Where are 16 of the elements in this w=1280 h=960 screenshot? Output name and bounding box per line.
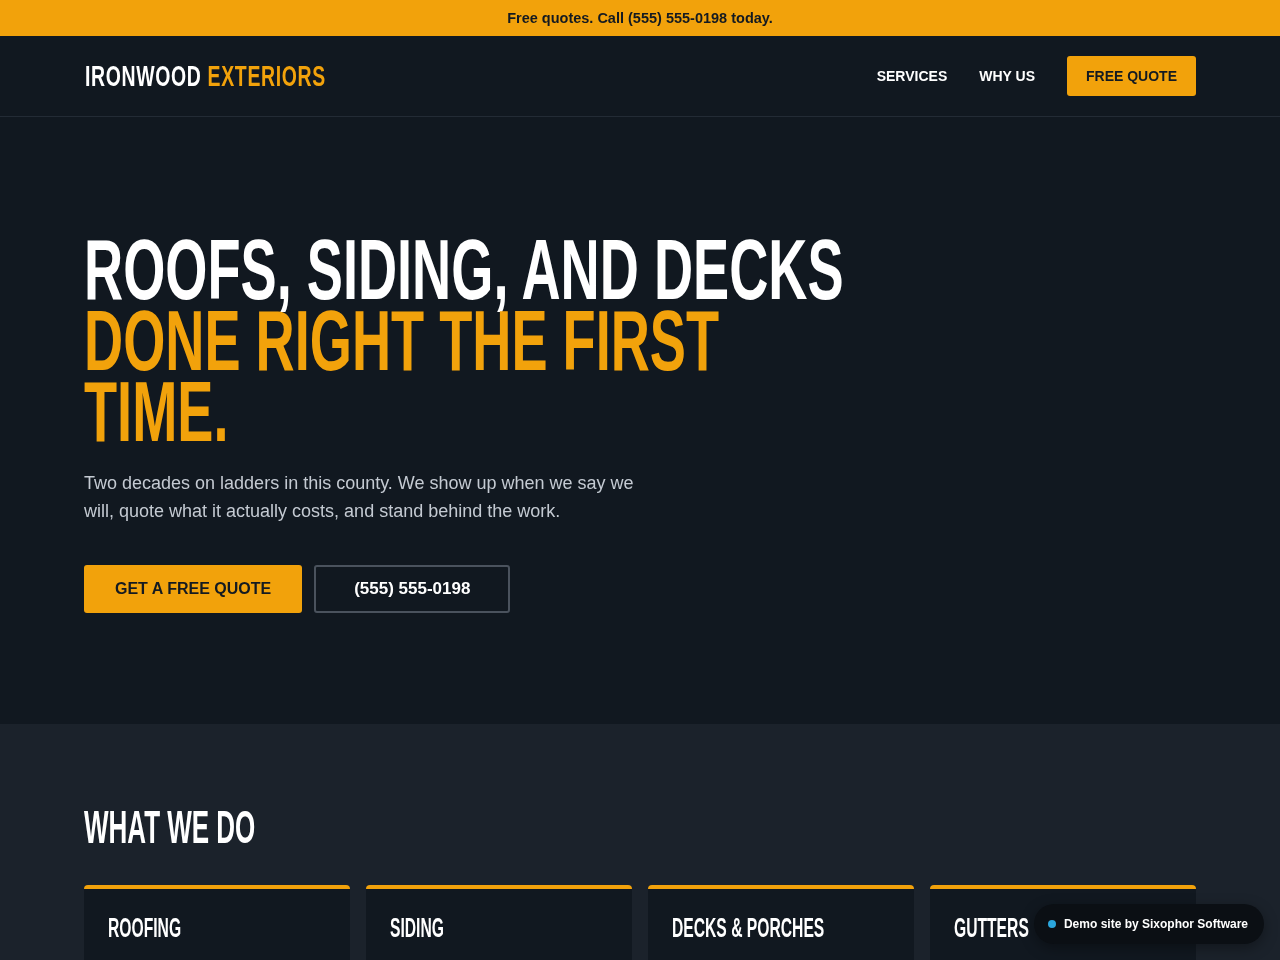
- card-title: DECKS & PORCHES: [672, 912, 825, 944]
- nav-link[interactable]: SERVICES: [876, 68, 948, 84]
- card-title: ROOFING: [108, 912, 182, 944]
- phone-button[interactable]: (555) 555-0198: [314, 565, 511, 613]
- card-title: GUTTERS: [954, 912, 1029, 944]
- status-dot-icon: [1047, 920, 1056, 928]
- section-heading: WHAT WE DO: [84, 802, 256, 853]
- hero-headline: ROOFS, SIDING, AND DECKS DONE RIGHT THE FIRST TIME.: [84, 234, 845, 447]
- card-title: SIDING: [390, 912, 444, 944]
- announcement-text: Free quotes. Call (555) 555-0198 today.: [507, 10, 773, 26]
- nav-link[interactable]: WHY US: [979, 68, 1035, 84]
- hero-description: Two decades on ladders in this county. We show up when we say we will, quote what it actually costs, and stand behind the work.: [84, 472, 635, 523]
- demo-badge[interactable]: Demo site by Sixophor Software: [1033, 904, 1264, 944]
- site-logo[interactable]: IRONWOOD EXTERIORS: [85, 59, 326, 93]
- quote-button[interactable]: FREE QUOTE: [1067, 56, 1196, 96]
- get-quote-button[interactable]: GET A FREE QUOTE: [84, 565, 303, 613]
